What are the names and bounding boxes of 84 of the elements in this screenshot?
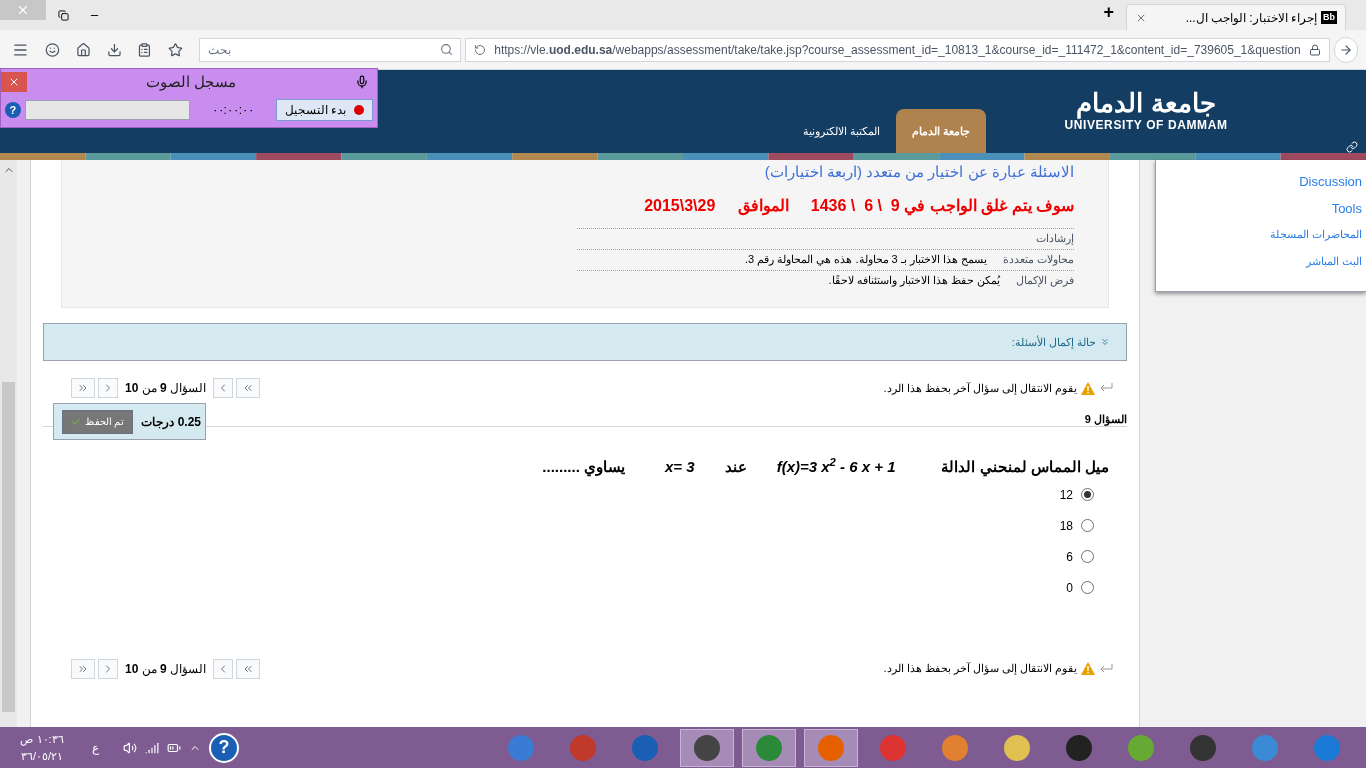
header-tab[interactable]: جامعة الدمام — [895, 109, 986, 153]
close-icon — [8, 76, 20, 88]
answer-option-text: 12 — [1059, 486, 1073, 504]
save-warning-text: يقوم الانتقال إلى سؤال آخر بحفظ هذا الرد. — [883, 661, 1077, 677]
clock-date: ٣٦/٠٥/٢١ — [20, 748, 64, 764]
previous-question-button[interactable] — [213, 658, 234, 679]
question-title: السؤال 9 — [1084, 412, 1127, 428]
radio-button[interactable] — [1081, 488, 1094, 501]
last-question-button[interactable] — [71, 378, 95, 398]
return-arrow-icon — [1099, 383, 1113, 393]
answer-option-text: 0 — [1066, 579, 1073, 597]
go-button[interactable] — [1333, 36, 1358, 63]
last-question-button[interactable] — [71, 658, 95, 679]
double-chevron-icon — [77, 382, 89, 394]
help-icon[interactable]: ? — [209, 732, 239, 763]
instruction-label: محاولات متعددة — [1002, 252, 1074, 268]
reload-icon[interactable] — [474, 43, 487, 56]
language-indicator[interactable]: ع — [92, 738, 99, 757]
link-icon[interactable] — [1346, 141, 1358, 153]
speaker-icon[interactable] — [123, 740, 137, 755]
arrow-icon — [1338, 42, 1353, 57]
home-icon[interactable] — [75, 41, 91, 58]
instruction-value: يُمكن حفظ هذا الاختبار واستئنافه لاحقًا. — [828, 273, 1000, 289]
save-warning-text: يقوم الانتقال إلى سؤال آخر بحفظ هذا الرد. — [883, 380, 1077, 397]
question-text: يساوي ......... — [542, 457, 625, 479]
recorder-title: مسجل الصوت — [144, 71, 238, 93]
instruction-value: يسمح هذا الاختبار بـ 3 محاولة. هذه هي المحاولة رقم 3. — [745, 252, 987, 268]
completion-status-label: حالة إكمال الأسئلة: — [1011, 334, 1096, 351]
sidebar-link[interactable]: Tools — [1331, 199, 1362, 217]
url-text: https://vle.uod.edu.sa/webapps/assessment/take/take.jsp?course_assessment_id=_10813_1&course_id=_111472_1&content_id=_739605_1&question — [494, 41, 1301, 59]
previous-question-button[interactable] — [213, 378, 234, 398]
first-question-button[interactable] — [236, 658, 261, 679]
answer-option-text: 6 — [1066, 548, 1073, 566]
signal-icon[interactable] — [145, 740, 159, 755]
question-text: ميل المماس لمنحني الدالة — [941, 457, 1109, 479]
saved-button[interactable]: تم الحفظ — [61, 409, 134, 434]
site-favicon: Bb — [1321, 10, 1337, 25]
scrollbar[interactable] — [0, 160, 17, 727]
sidebar-link[interactable]: البث المباشر — [1305, 253, 1362, 271]
taskbar-app-icon[interactable] — [742, 728, 796, 767]
radio-button[interactable] — [1081, 519, 1094, 532]
warning-icon — [1081, 662, 1095, 675]
search-icon — [440, 43, 454, 56]
warning-icon — [1081, 381, 1095, 395]
instructions-note: الاسئلة عبارة عن اختيار من متعدد (اربعة اختيارات) — [764, 162, 1074, 183]
clock-time: ١٠:٣٦ ص — [20, 732, 64, 748]
close-icon — [16, 3, 30, 17]
first-question-button[interactable] — [236, 378, 261, 398]
radio-button[interactable] — [1081, 550, 1094, 563]
completion-status-panel[interactable]: حالة إكمال الأسئلة: — [43, 323, 1127, 361]
reading-list-icon[interactable] — [137, 41, 153, 58]
double-chevron-icon — [242, 382, 255, 394]
question-text: عند — [724, 457, 747, 477]
next-question-button[interactable] — [98, 378, 118, 398]
download-icon[interactable] — [106, 41, 122, 58]
points-text: 0.25 درجات — [141, 413, 201, 431]
start-recording-button[interactable]: بدء التسجيل — [275, 99, 373, 121]
instruction-label: إرشادات — [1036, 231, 1074, 247]
smiley-icon[interactable] — [44, 41, 60, 58]
tab-title: إجراء الاختبار: الواجب ال... — [1185, 9, 1317, 27]
bookmark-star-icon[interactable] — [168, 41, 184, 58]
address-bar[interactable]: https://vle.uod.edu.sa/webapps/assessment/take/take.jsp?course_assessment_id=_10813_1&course_id=_111472_1&content_id=_739605_1&question — [465, 37, 1330, 62]
check-icon — [70, 416, 81, 427]
sidebar-link[interactable]: Discussion — [1299, 172, 1362, 190]
lock-icon — [1308, 43, 1321, 56]
sidebar-link[interactable]: المحاضرات المسجلة — [1269, 226, 1362, 244]
instruction-label: فرض الإكمال — [1015, 273, 1074, 289]
return-arrow-icon — [1099, 663, 1113, 674]
next-question-button[interactable] — [98, 658, 118, 679]
new-tab-button[interactable]: + — [1103, 0, 1114, 26]
taskbar-app-icon[interactable] — [804, 728, 858, 767]
help-icon[interactable]: ? — [5, 102, 21, 118]
math-expression: x= 3 — [665, 457, 695, 477]
search-field[interactable]: بحث — [199, 38, 462, 62]
recorder-close-button[interactable] — [1, 72, 27, 92]
header-tab[interactable]: المكتبة الالكترونية — [786, 109, 896, 153]
taskbar-app-icon[interactable] — [680, 728, 734, 767]
restore-icon[interactable] — [58, 9, 69, 21]
radio-button[interactable] — [1081, 581, 1094, 594]
math-expression: f(x)=3 x$^{2}$ - 6 x + 1 — [776, 456, 896, 477]
recorder-time: ٠٠:٠٠:٠٠ — [210, 102, 256, 119]
answer-option-text: 18 — [1059, 517, 1073, 535]
microphone-icon — [355, 75, 369, 89]
deadline-text: سوف يتم غلق الواجب في 9 \ 6 \ 1436 الموافق 29\3\2015 — [643, 195, 1074, 218]
